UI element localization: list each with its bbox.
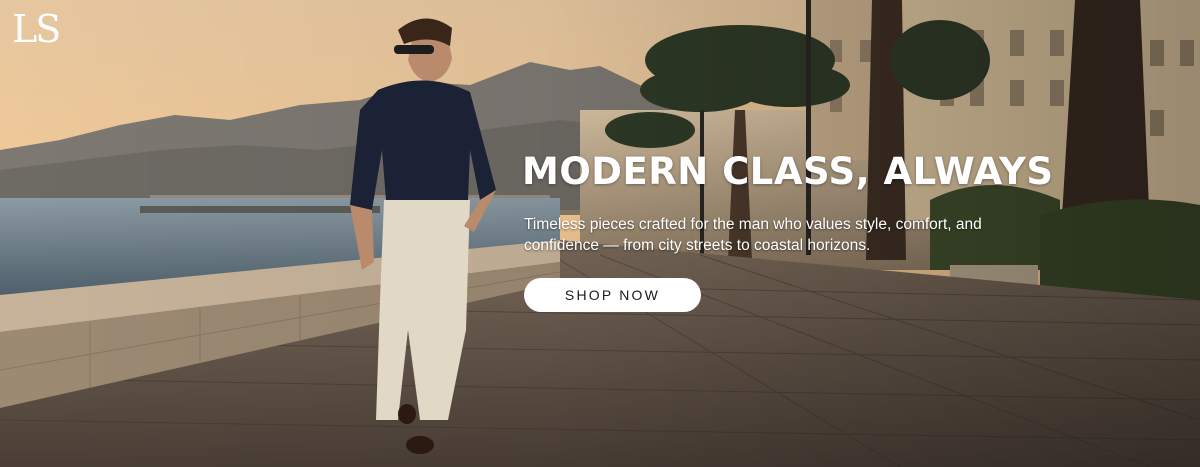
- hero-banner: LS MODERN CLASS, ALWAYS Timeless pieces …: [0, 0, 1200, 467]
- brand-logo[interactable]: LS: [12, 10, 61, 48]
- shop-now-button[interactable]: SHOP NOW: [524, 278, 701, 312]
- hero-subtext: Timeless pieces crafted for the man who …: [524, 216, 982, 254]
- hero-headline: MODERN CLASS, ALWAYS: [522, 150, 1054, 193]
